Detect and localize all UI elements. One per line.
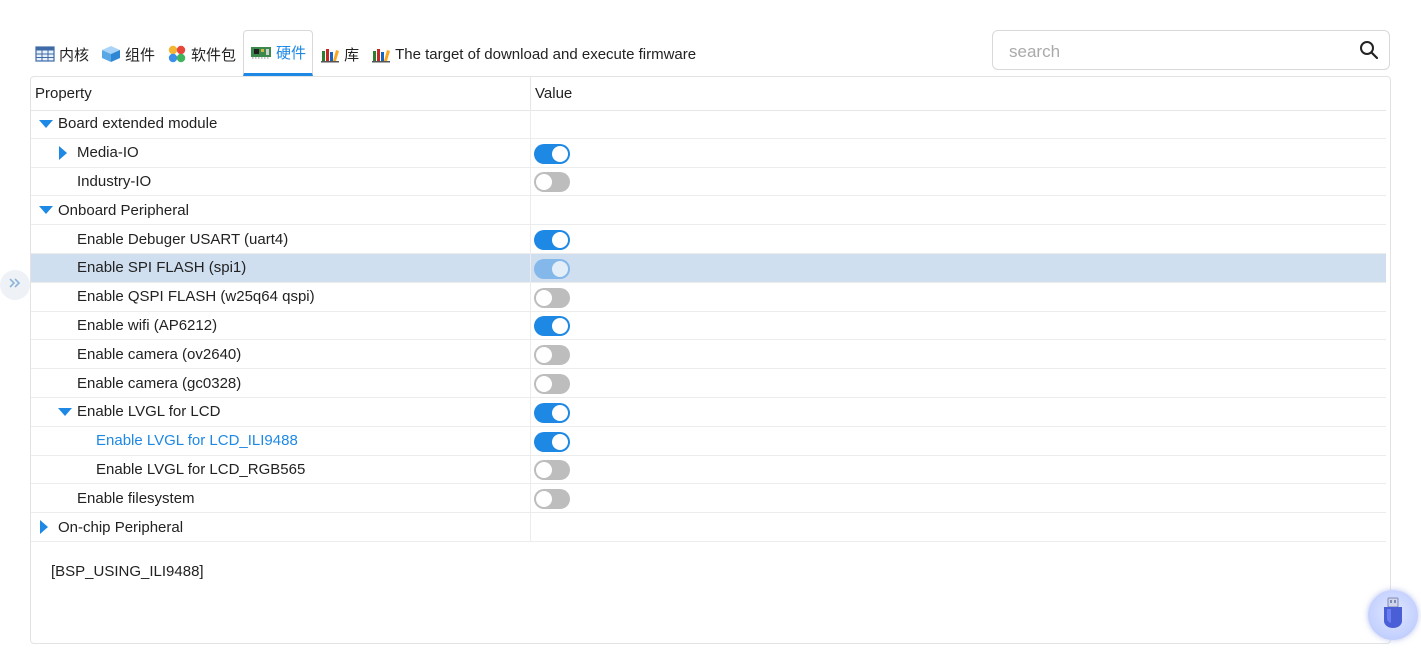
tab-bar: 内核 组件 软件包 硬件 库 The target of download an… [30,30,703,76]
row-label: Enable camera (ov2640) [77,345,242,363]
toggle-switch[interactable] [534,230,570,251]
caret-right-icon[interactable] [39,520,58,535]
tree-row-board-extended-module[interactable]: Board extended module [31,110,1386,139]
row-label: On-chip Peripheral [58,518,184,536]
property-description: [BSP_USING_ILI9488] [51,563,204,580]
toggle-switch[interactable] [534,258,570,279]
row-label: Industry-IO [77,172,152,190]
tab-library[interactable]: 库 [315,32,364,76]
toggle-switch[interactable] [534,316,570,337]
tree-row-filesystem[interactable]: Enable filesystem [31,484,1386,514]
table-icon [35,45,55,63]
usb-drive-icon [1382,597,1404,634]
cube-icon [101,45,121,63]
floating-assistant-button[interactable] [1368,590,1418,640]
library-icon [371,45,391,63]
toggle-switch[interactable] [534,402,570,423]
toggle-switch[interactable] [534,489,570,510]
table-header: Property Value [31,77,1386,111]
toggle-switch[interactable] [534,287,570,308]
tree-row-camera-gc0328[interactable]: Enable camera (gc0328) [31,369,1386,398]
tree-row-lvgl-ili9488[interactable]: Enable LVGL for LCD_ILI9488 [31,426,1386,456]
tab-download-target[interactable]: The target of download and execute firmw… [366,32,701,76]
tree-row-spi-flash[interactable]: Enable SPI FLASH (spi1) [31,253,1386,283]
caret-down-icon[interactable] [39,119,58,129]
tree-row-qspi-flash[interactable]: Enable QSPI FLASH (w25q64 qspi) [31,282,1386,312]
caret-down-icon[interactable] [39,205,58,215]
tab-kernel[interactable]: 内核 [30,32,94,76]
row-label: Board extended module [58,115,218,133]
row-label: Enable QSPI FLASH (w25q64 qspi) [77,288,315,306]
row-label: Enable SPI FLASH (spi1) [77,259,247,277]
tree-row-lvgl-lcd[interactable]: Enable LVGL for LCD [31,397,1386,427]
toggle-switch[interactable] [534,460,570,481]
tab-hardware[interactable]: 硬件 [243,30,314,76]
toggle-switch[interactable] [534,172,570,193]
expand-sidebar-button[interactable] [0,270,30,300]
packages-icon [167,44,187,64]
search-input[interactable] [1007,40,1341,64]
row-label: Enable filesystem [77,489,195,507]
toggle-switch[interactable] [534,374,570,395]
tree-row-media-io[interactable]: Media-IO [31,138,1386,168]
tab-label: 硬件 [276,44,307,62]
row-label: Onboard Peripheral [58,201,189,219]
tab-label: 软件包 [191,46,237,64]
search-icon[interactable] [1359,40,1379,65]
property-tree: Board extended module Media-IO Industry-… [31,110,1386,542]
board-icon [250,44,272,60]
tab-label: 库 [344,46,360,64]
tree-row-debuger-usart[interactable]: Enable Debuger USART (uart4) [31,225,1386,254]
toggle-switch[interactable] [534,143,570,164]
caret-right-icon[interactable] [58,145,77,160]
toggle-switch[interactable] [534,431,570,452]
row-label: Media-IO [77,144,139,162]
tab-label: The target of download and execute firmw… [395,45,697,63]
row-label: Enable LVGL for LCD_ILI9488 [96,432,298,450]
tree-row-camera-ov2640[interactable]: Enable camera (ov2640) [31,340,1386,370]
tab-packages[interactable]: 软件包 [162,32,241,76]
tree-row-on-chip-peripheral[interactable]: On-chip Peripheral [31,513,1386,542]
property-panel: Property Value Board extended module Med… [30,76,1391,644]
tab-label: 组件 [125,46,156,64]
row-label: Enable camera (gc0328) [77,374,242,392]
tree-row-lvgl-rgb565[interactable]: Enable LVGL for LCD_RGB565 [31,455,1386,485]
column-header-property[interactable]: Property [31,77,531,110]
row-label: Enable LVGL for LCD [77,403,221,421]
row-label: Enable Debuger USART (uart4) [77,230,289,248]
column-header-value[interactable]: Value [531,77,572,110]
tab-components[interactable]: 组件 [96,32,160,76]
tree-row-wifi[interactable]: Enable wifi (AP6212) [31,311,1386,341]
library-icon [320,45,340,63]
tab-label: 内核 [59,46,90,64]
row-label: Enable wifi (AP6212) [77,316,218,334]
tree-row-onboard-peripheral[interactable]: Onboard Peripheral [31,196,1386,226]
search-box [992,30,1390,70]
caret-down-icon[interactable] [58,407,77,417]
tree-row-industry-io[interactable]: Industry-IO [31,167,1386,197]
double-chevron-right-icon [8,276,22,294]
row-label: Enable LVGL for LCD_RGB565 [96,460,306,478]
toggle-switch[interactable] [534,345,570,366]
